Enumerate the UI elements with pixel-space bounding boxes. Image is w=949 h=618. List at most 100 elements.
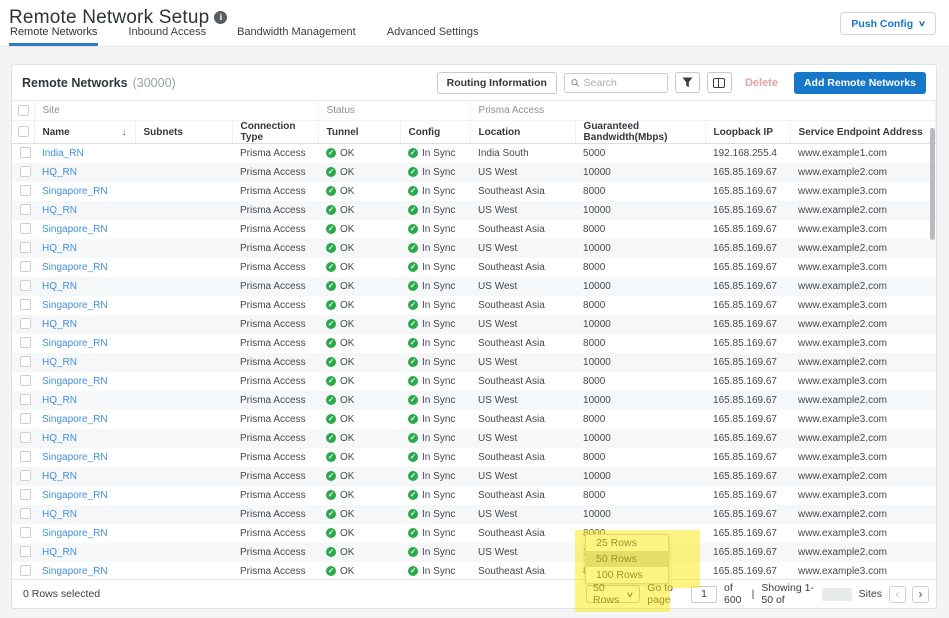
- row-checkbox[interactable]: [20, 204, 31, 215]
- row-checkbox[interactable]: [20, 242, 31, 253]
- table-row[interactable]: Singapore_RN Prisma Access ✓OK ✓In Sync …: [12, 448, 936, 467]
- site-name-link[interactable]: HQ_RN: [42, 281, 77, 292]
- table-row[interactable]: Singapore_RN Prisma Access ✓OK ✓In Sync …: [12, 296, 936, 315]
- table-row[interactable]: HQ_RN Prisma Access ✓OK ✓In Sync US West…: [12, 201, 936, 220]
- table-row[interactable]: HQ_RN Prisma Access ✓OK ✓In Sync US West…: [12, 315, 936, 334]
- row-checkbox[interactable]: [20, 508, 31, 519]
- row-checkbox[interactable]: [20, 261, 31, 272]
- row-checkbox[interactable]: [20, 527, 31, 538]
- filter-button[interactable]: [675, 72, 700, 93]
- table-row[interactable]: Singapore_RN Prisma Access ✓OK ✓In Sync …: [12, 258, 936, 277]
- site-name-link[interactable]: Singapore_RN: [42, 566, 108, 577]
- site-name-link[interactable]: HQ_RN: [42, 205, 77, 216]
- site-name-link[interactable]: HQ_RN: [42, 471, 77, 482]
- row-checkbox[interactable]: [20, 432, 31, 443]
- site-name-link[interactable]: HQ_RN: [42, 433, 77, 444]
- table-row[interactable]: Singapore_RN Prisma Access ✓OK ✓In Sync …: [12, 562, 936, 581]
- site-name-link[interactable]: Singapore_RN: [42, 224, 108, 235]
- table-row[interactable]: HQ_RN Prisma Access ✓OK ✓In Sync US West…: [12, 239, 936, 258]
- site-name-link[interactable]: Singapore_RN: [42, 186, 108, 197]
- search-input[interactable]: [584, 77, 661, 89]
- site-name-link[interactable]: HQ_RN: [42, 509, 77, 520]
- site-name-link[interactable]: HQ_RN: [42, 357, 77, 368]
- search-box[interactable]: [564, 73, 668, 93]
- site-name-link[interactable]: Singapore_RN: [42, 376, 108, 387]
- site-name-link[interactable]: Singapore_RN: [42, 262, 108, 273]
- column-header-location[interactable]: Location: [470, 121, 575, 144]
- row-checkbox[interactable]: [20, 337, 31, 348]
- row-checkbox[interactable]: [20, 394, 31, 405]
- table-row[interactable]: HQ_RN Prisma Access ✓OK ✓In Sync US West…: [12, 391, 936, 410]
- tab-bandwidth-management[interactable]: Bandwidth Management: [236, 23, 357, 46]
- column-header-config[interactable]: Config: [400, 121, 470, 144]
- row-checkbox[interactable]: [20, 413, 31, 424]
- column-header-endpoint[interactable]: Service Endpoint Address: [790, 121, 935, 144]
- row-checkbox[interactable]: [20, 565, 31, 576]
- table-row[interactable]: HQ_RN Prisma Access ✓OK ✓In Sync US West…: [12, 505, 936, 524]
- site-name-link[interactable]: HQ_RN: [42, 319, 77, 330]
- row-checkbox[interactable]: [20, 147, 31, 158]
- row-checkbox[interactable]: [20, 166, 31, 177]
- row-checkbox[interactable]: [20, 470, 31, 481]
- column-header-loopback-ip[interactable]: Loopback IP: [705, 121, 790, 144]
- columns-button[interactable]: [707, 72, 732, 93]
- table-row[interactable]: HQ_RN Prisma Access ✓OK ✓In Sync US West…: [12, 353, 936, 372]
- next-page-button[interactable]: ›: [912, 586, 929, 603]
- column-header-bandwidth[interactable]: Guaranteed Bandwidth(Mbps): [575, 121, 705, 144]
- table-row[interactable]: HQ_RN Prisma Access ✓OK ✓In Sync US West…: [12, 467, 936, 486]
- table-row[interactable]: HQ_RN Prisma Access ✓OK ✓In Sync US West…: [12, 543, 936, 562]
- menu-item-50-rows[interactable]: 50 Rows: [586, 551, 668, 567]
- site-name-link[interactable]: Singapore_RN: [42, 300, 108, 311]
- site-name-link[interactable]: Singapore_RN: [42, 490, 108, 501]
- table-row[interactable]: Singapore_RN Prisma Access ✓OK ✓In Sync …: [12, 334, 936, 353]
- page-size-select[interactable]: 50 Rows ∨: [586, 585, 640, 603]
- select-all-checkbox-2[interactable]: [18, 126, 29, 137]
- site-name-link[interactable]: HQ_RN: [42, 243, 77, 254]
- row-checkbox[interactable]: [20, 451, 31, 462]
- vertical-scrollbar[interactable]: [930, 128, 935, 240]
- add-remote-networks-button[interactable]: Add Remote Networks: [794, 72, 926, 94]
- site-name-link[interactable]: HQ_RN: [42, 547, 77, 558]
- table-row[interactable]: HQ_RN Prisma Access ✓OK ✓In Sync US West…: [12, 163, 936, 182]
- column-header-name[interactable]: Name↓: [34, 121, 135, 144]
- table-row[interactable]: Singapore_RN Prisma Access ✓OK ✓In Sync …: [12, 220, 936, 239]
- tab-advanced-settings[interactable]: Advanced Settings: [386, 23, 480, 46]
- row-checkbox[interactable]: [20, 375, 31, 386]
- table-row[interactable]: Singapore_RN Prisma Access ✓OK ✓In Sync …: [12, 524, 936, 543]
- site-name-link[interactable]: Singapore_RN: [42, 414, 108, 425]
- row-checkbox[interactable]: [20, 299, 31, 310]
- row-checkbox[interactable]: [20, 223, 31, 234]
- row-checkbox[interactable]: [20, 280, 31, 291]
- table-row[interactable]: HQ_RN Prisma Access ✓OK ✓In Sync US West…: [12, 429, 936, 448]
- row-checkbox[interactable]: [20, 356, 31, 367]
- previous-page-button[interactable]: ‹: [889, 586, 906, 603]
- table-row[interactable]: Singapore_RN Prisma Access ✓OK ✓In Sync …: [12, 410, 936, 429]
- table-row[interactable]: Singapore_RN Prisma Access ✓OK ✓In Sync …: [12, 372, 936, 391]
- menu-item-25-rows[interactable]: 25 Rows: [586, 535, 668, 551]
- site-name-link[interactable]: Singapore_RN: [42, 338, 108, 349]
- column-header-tunnel[interactable]: Tunnel: [318, 121, 400, 144]
- tab-inbound-access[interactable]: Inbound Access: [127, 23, 207, 46]
- tab-remote-networks[interactable]: Remote Networks: [9, 23, 98, 46]
- site-name-link[interactable]: HQ_RN: [42, 395, 77, 406]
- go-to-page-input[interactable]: [691, 586, 717, 603]
- select-all-checkbox[interactable]: [18, 105, 29, 116]
- delete-button[interactable]: Delete: [745, 77, 778, 89]
- table-row[interactable]: HQ_RN Prisma Access ✓OK ✓In Sync US West…: [12, 277, 936, 296]
- routing-information-button[interactable]: Routing Information: [437, 72, 557, 94]
- table-row[interactable]: Singapore_RN Prisma Access ✓OK ✓In Sync …: [12, 486, 936, 505]
- table-row[interactable]: India_RN Prisma Access ✓OK ✓In Sync Indi…: [12, 144, 936, 163]
- table-row[interactable]: Singapore_RN Prisma Access ✓OK ✓In Sync …: [12, 182, 936, 201]
- row-checkbox[interactable]: [20, 546, 31, 557]
- column-header-subnets[interactable]: Subnets: [135, 121, 232, 144]
- row-checkbox[interactable]: [20, 185, 31, 196]
- column-header-connection-type[interactable]: Connection Type: [232, 121, 318, 144]
- site-name-link[interactable]: Singapore_RN: [42, 528, 108, 539]
- menu-item-100-rows[interactable]: 100 Rows: [586, 567, 668, 583]
- row-checkbox[interactable]: [20, 318, 31, 329]
- row-checkbox[interactable]: [20, 489, 31, 500]
- site-name-link[interactable]: Singapore_RN: [42, 452, 108, 463]
- sort-descending-icon[interactable]: ↓: [122, 127, 127, 138]
- site-name-link[interactable]: India_RN: [42, 148, 84, 159]
- site-name-link[interactable]: HQ_RN: [42, 167, 77, 178]
